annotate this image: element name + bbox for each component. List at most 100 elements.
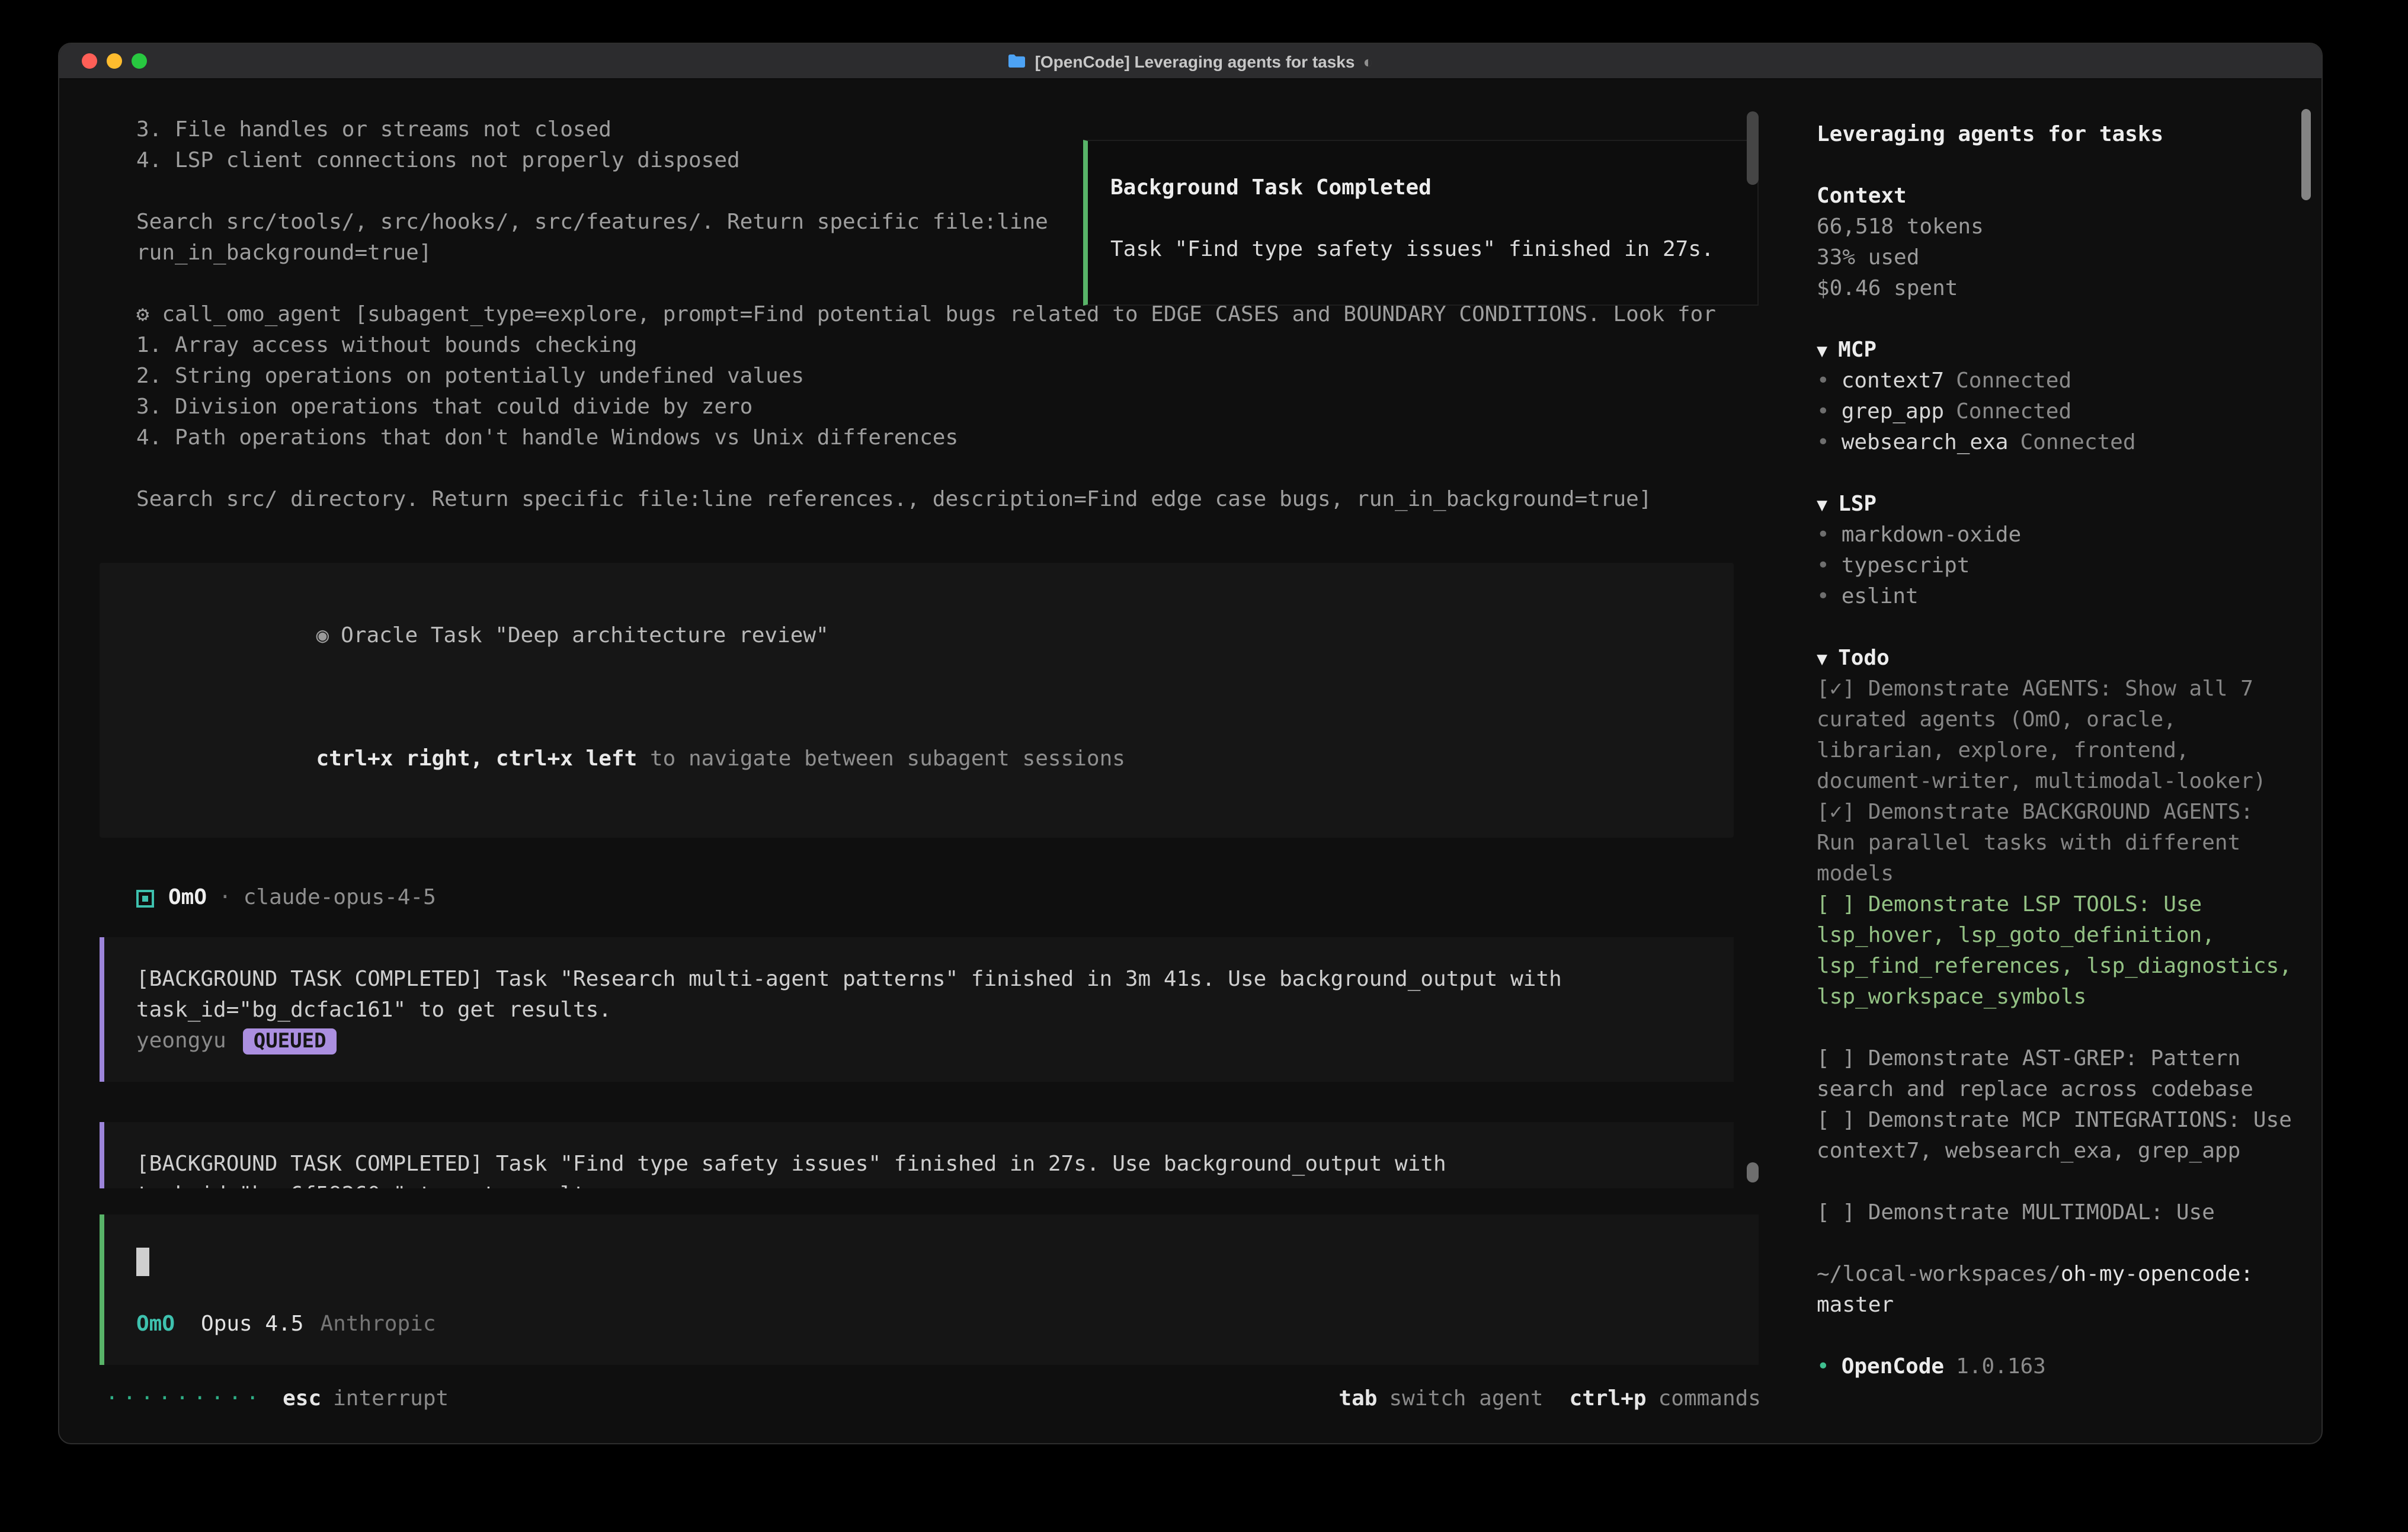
workspace-path-prefix: ~/local-workspaces/ [1817,1262,2061,1287]
app-window: [OpenCode] Leveraging agents for tasks ◐… [58,43,2323,1444]
toast-body: Task "Find type safety issues" finished … [1110,235,1757,265]
message-author: yeongyu [136,1026,226,1057]
bullet-icon: • [1817,428,1830,459]
mcp-item: • websearch_exa Connected [1817,428,2303,459]
agent-name: OmO [168,883,207,914]
mcp-header-label: MCP [1838,338,1877,363]
current-provider-label: Anthropic [320,1309,436,1340]
log-line: 1. Array access without bounds checking [100,331,1734,361]
status-badge: QUEUED [243,1028,337,1055]
status-bar: ········· esc interrupt tab switch agent… [59,1365,1792,1443]
app-version: 1.0.163 [1956,1352,2046,1383]
agent-session-header: OmO · claude-opus-4-5 [100,883,1734,914]
main-column: 3. File handles or streams not closed 4.… [59,79,1792,1443]
window-title: [OpenCode] Leveraging agents for tasks ◐ [59,44,2321,78]
agent-model: claude-opus-4-5 [244,883,436,914]
oracle-task-title: Oracle Task "Deep architecture review" [341,623,829,648]
mcp-item: • context7 Connected [1817,366,2303,397]
bullet-icon: • [1817,520,1830,551]
shortcut-key: esc [283,1384,321,1415]
mcp-section-header[interactable]: ▼ MCP [1817,335,2303,366]
shortcut-key: tab [1339,1384,1377,1415]
bullet-icon: • [1817,397,1830,428]
mcp-status: Connected [1956,366,2071,397]
shortcut-label: commands [1658,1384,1761,1415]
main-scrollbar-thumb[interactable] [1747,111,1759,185]
close-button[interactable] [82,53,97,69]
mcp-name: context7 [1842,366,1944,397]
message-meta: yeongyu QUEUED [136,1026,1702,1057]
half-moon-icon: ◐ [1363,52,1373,70]
message-text: [BACKGROUND TASK COMPLETED] Task "Resear… [136,964,1702,995]
current-agent-label: OmO [136,1309,175,1340]
shortcut-commands: ctrl+p commands [1570,1384,1761,1415]
message-text: task_id="bg_dcfac161" to get results. [136,995,1702,1026]
shortcut-key: ctrl+p [1570,1384,1647,1415]
traffic-lights [59,53,147,69]
oracle-task-panel[interactable]: ◉Oracle Task "Deep architecture review" … [100,563,1734,838]
message-text: [BACKGROUND TASK COMPLETED] Task "Find t… [136,1149,1702,1180]
shortcut-switch-agent: tab switch agent [1339,1384,1543,1415]
status-right: tab switch agent ctrl+p commands [1339,1384,1761,1415]
todo-item: [✓] Demonstrate AGENTS: Show all 7 curat… [1817,674,2303,797]
lsp-item: • typescript [1817,551,2303,582]
session-title: Leveraging agents for tasks [1817,120,2303,150]
workspace-branch: master [1817,1290,2303,1321]
fisheye-icon: ◉ [316,623,329,648]
bullet-icon: • [1817,366,1830,397]
bullet-icon: • [1817,582,1830,613]
log-line: 2. String operations on potentially unde… [100,361,1734,392]
window-body: 3. File handles or streams not closed 4.… [59,79,2321,1443]
queued-message: [BACKGROUND TASK COMPLETED] Task "Resear… [100,937,1734,1082]
mcp-status: Connected [1956,397,2071,428]
todo-item: [ ] Demonstrate MULTIMODAL: Use [1817,1198,2303,1229]
prompt-input[interactable]: OmO Opus 4.5 Anthropic [100,1214,1759,1365]
chevron-down-icon: ▼ [1817,340,1827,361]
toast-title: Background Task Completed [1110,173,1757,204]
message-text: task_id="bg_6f59260c" to get results. [136,1180,1702,1188]
context-tokens: 66,518 tokens [1817,212,2303,243]
status-left: ········· esc interrupt [105,1384,449,1415]
separator-dot: · [219,883,232,914]
agent-icon [136,889,154,907]
lsp-header-label: LSP [1838,492,1877,517]
mcp-item: • grep_app Connected [1817,397,2303,428]
context-spent: $0.46 spent [1817,274,2303,305]
lsp-section-header[interactable]: ▼ LSP [1817,489,2303,520]
chevron-down-icon: ▼ [1817,648,1827,669]
todo-section-header[interactable]: ▼ Todo [1817,643,2303,674]
app-name: OpenCode [1842,1352,1944,1383]
shortcut-label: switch agent [1389,1384,1543,1415]
text-cursor [136,1248,149,1276]
todo-item: [ ] Demonstrate AST-GREP: Pattern search… [1817,1044,2303,1105]
log-line: Search src/ directory. Return specific f… [100,485,1734,515]
lsp-item: • markdown-oxide [1817,520,2303,551]
queued-message: [BACKGROUND TASK COMPLETED] Task "Find t… [100,1122,1734,1188]
lsp-name: eslint [1842,582,1919,613]
todo-item: [ ] Demonstrate LSP TOOLS: Use lsp_hover… [1817,890,2303,1013]
context-used: 33% used [1817,243,2303,274]
background-task-toast[interactable]: Background Task Completed Task "Find typ… [1083,140,1759,306]
lsp-item: • eslint [1817,582,2303,613]
todo-item: [✓] Demonstrate BACKGROUND AGENTS: Run p… [1817,797,2303,890]
workspace-path: ~/local-workspaces/oh-my-opencode: [1817,1259,2303,1290]
todo-header-label: Todo [1838,646,1890,671]
log-line: 4. Path operations that don't handle Win… [100,423,1734,454]
current-model-label: Opus 4.5 [201,1309,303,1340]
todo-item: [ ] Demonstrate MCP INTEGRATIONS: Use co… [1817,1105,2303,1167]
sidebar-scrollbar-thumb[interactable] [2301,109,2311,200]
minimize-button[interactable] [107,53,122,69]
mcp-status: Connected [2020,428,2135,459]
mcp-name: websearch_exa [1842,428,2009,459]
log-line: 3. Division operations that could divide… [100,392,1734,423]
zoom-button[interactable] [132,53,147,69]
mcp-name: grep_app [1842,397,1944,428]
main-scrollbar-marker[interactable] [1747,1162,1759,1182]
lsp-name: typescript [1842,551,1970,582]
lsp-name: markdown-oxide [1842,520,2021,551]
session-log: 3. File handles or streams not closed 4.… [59,79,1792,1188]
navigation-hint-keys: ctrl+x right, ctrl+x left [316,746,637,771]
log-line [100,454,1734,485]
chevron-down-icon: ▼ [1817,494,1827,515]
title-bar: [OpenCode] Leveraging agents for tasks ◐ [59,44,2321,79]
